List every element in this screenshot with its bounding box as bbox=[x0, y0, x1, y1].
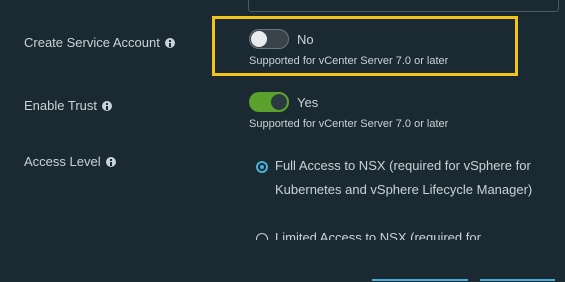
enable-trust-hint: Supported for vCenter Server 7.0 or late… bbox=[249, 118, 449, 130]
toggle-knob bbox=[271, 94, 287, 110]
limited-access-radio[interactable] bbox=[256, 233, 268, 240]
access-level-label: Access Level bbox=[24, 154, 116, 169]
limited-access-radio-label[interactable]: Limited Access to NSX (required for bbox=[275, 226, 545, 240]
enable-trust-toggle[interactable] bbox=[249, 92, 289, 112]
info-icon[interactable] bbox=[164, 37, 175, 48]
info-icon[interactable] bbox=[102, 100, 112, 111]
info-icon[interactable] bbox=[105, 156, 116, 167]
create-service-account-toggle[interactable] bbox=[249, 29, 289, 49]
enable-trust-label-text: Enable Trust bbox=[24, 98, 97, 113]
access-level-label-text: Access Level bbox=[24, 154, 101, 169]
form-scroll-area[interactable]: Create Service Account No Supported for … bbox=[0, 0, 565, 240]
full-access-radio[interactable] bbox=[256, 161, 268, 173]
toggle-knob bbox=[251, 31, 267, 47]
enable-trust-toggle-text: Yes bbox=[297, 95, 319, 110]
create-service-account-hint: Supported for vCenter Server 7.0 or late… bbox=[249, 55, 449, 67]
create-service-account-label: Create Service Account bbox=[24, 35, 175, 50]
create-service-account-label-text: Create Service Account bbox=[24, 35, 160, 50]
nsx-manager-form-page: Create Service Account No Supported for … bbox=[0, 0, 565, 282]
full-access-radio-label[interactable]: Full Access to NSX (required for vSphere… bbox=[275, 154, 545, 202]
enable-trust-label: Enable Trust bbox=[24, 98, 112, 113]
previous-field-input[interactable] bbox=[248, 0, 559, 12]
create-service-account-toggle-text: No bbox=[297, 32, 314, 47]
